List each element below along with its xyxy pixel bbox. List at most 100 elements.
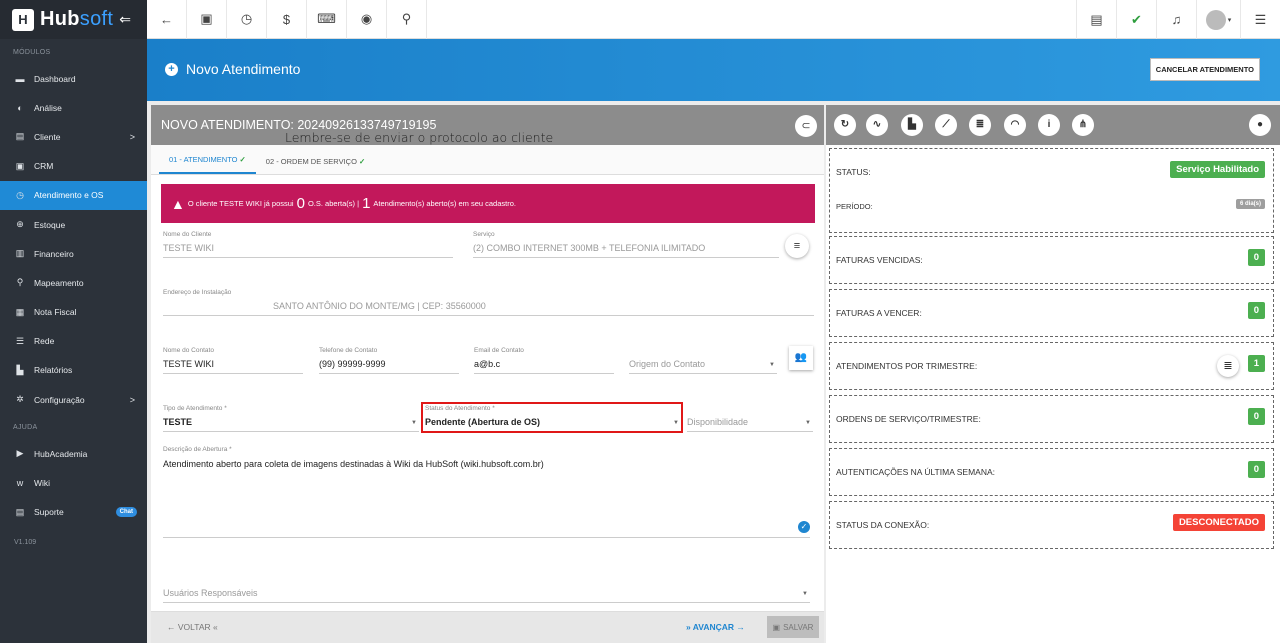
bell-icon[interactable]: ♫ bbox=[1156, 0, 1196, 39]
contact-phone-value[interactable]: (99) 99999-9999 bbox=[319, 359, 459, 374]
install-address-field: Endereço de Instalação SANTO ANTÔNIO DO … bbox=[163, 289, 814, 316]
plus-circle-icon: + bbox=[165, 62, 178, 76]
avatar[interactable]: ▾ bbox=[1196, 0, 1240, 39]
sidebar-item-relatorios[interactable]: ▙ Relatórios bbox=[0, 356, 147, 385]
service-clock-icon[interactable]: ◷ bbox=[227, 0, 267, 39]
orders-per-quarter-badge: 0 bbox=[1247, 408, 1265, 425]
warning-icon: ▲ bbox=[171, 195, 185, 212]
service-type-value[interactable]: TESTE bbox=[163, 417, 419, 432]
dollar-icon[interactable]: $ bbox=[267, 0, 307, 39]
tab-ordem-servico[interactable]: 02 - ORDEM DE SERVIÇO ✓ bbox=[256, 157, 375, 174]
contacts-group-button[interactable]: 👥 bbox=[789, 346, 813, 370]
pdf-icon[interactable]: ▤ bbox=[1076, 0, 1116, 39]
invoice-icon: ▦ bbox=[15, 306, 25, 317]
service-status-card: STATUS: Serviço Habilitado PERÍODO: 6 di… bbox=[829, 148, 1274, 233]
tab-atendimento[interactable]: 01 - ATENDIMENTO ✓ bbox=[159, 155, 256, 174]
chevron-down-icon: ▼ bbox=[769, 362, 775, 368]
crm-icon: ▣ bbox=[15, 160, 25, 171]
services-per-quarter-card[interactable]: ATENDIMENTOS POR TRIMESTRE: ≣ 1 bbox=[829, 342, 1274, 390]
list-icon[interactable]: ≣ bbox=[969, 114, 991, 136]
refresh-icon[interactable]: ↻ bbox=[834, 114, 856, 136]
line-chart-icon[interactable]: ⟋ bbox=[935, 114, 957, 136]
signal-icon[interactable]: ∿ bbox=[866, 114, 888, 136]
opening-description-value[interactable]: Atendimento aberto para coleta de imagen… bbox=[163, 458, 810, 538]
collapse-menu-icon[interactable]: ⇐ bbox=[119, 11, 131, 28]
sidebar: H Hubsoft ⇐ MÓDULOS ▬ Dashboard ◐ Análise … bbox=[0, 0, 147, 643]
overdue-invoices-card[interactable]: FATURAS VENCIDAS: 0 bbox=[829, 236, 1274, 284]
wifi-icon[interactable]: ◠ bbox=[1004, 114, 1026, 136]
form-tabs: 01 - ATENDIMENTO ✓ 02 - ORDEM DE SERVIÇO ✓ bbox=[151, 145, 824, 175]
services-per-quarter-badge: 1 bbox=[1247, 355, 1265, 372]
attachment-icon[interactable]: ⊂ bbox=[795, 115, 817, 137]
sidebar-item-analise[interactable]: ◐ Análise bbox=[0, 93, 147, 122]
shield-check-icon[interactable]: ✔ bbox=[1116, 0, 1156, 39]
contact-origin-placeholder[interactable]: Origem do Contato bbox=[629, 359, 777, 374]
responsible-users-select[interactable]: Usuários Responsáveis ▼ bbox=[163, 576, 810, 603]
sidebar-item-wiki[interactable]: w Wiki bbox=[0, 468, 147, 497]
double-chevron-left-icon: « bbox=[213, 622, 218, 632]
save-button[interactable]: ▣ SALVAR bbox=[767, 616, 819, 638]
double-chevron-right-icon: » bbox=[686, 622, 691, 632]
contact-email-field[interactable]: Email de Contato a@b.c bbox=[474, 347, 614, 374]
list-button[interactable]: ≣ bbox=[1217, 355, 1239, 377]
connection-status-badge: DESCONECTADO bbox=[1172, 514, 1265, 531]
floppy-icon: ▣ bbox=[772, 622, 781, 632]
contact-name-field[interactable]: Nome do Contato TESTE WIKI bbox=[163, 347, 303, 374]
contact-name-value[interactable]: TESTE WIKI bbox=[163, 359, 303, 374]
sidebar-item-hubacademia[interactable]: ▶ HubAcademia bbox=[0, 439, 147, 468]
sidebar-item-estoque[interactable]: ⊕ Estoque bbox=[0, 210, 147, 239]
service-list-button[interactable]: ≡ bbox=[785, 234, 809, 258]
finance-icon: ▥ bbox=[15, 248, 25, 259]
contact-origin-select[interactable]: Origem do Contato ▼ bbox=[629, 347, 777, 374]
sidebar-item-rede[interactable]: ☰ Rede bbox=[0, 327, 147, 356]
sidebar-item-atendimento[interactable]: ◷ Atendimento e OS bbox=[0, 180, 147, 210]
spellcheck-icon[interactable]: ✓ bbox=[798, 521, 810, 533]
weekly-auth-card[interactable]: AUTENTICAÇÕES NA ÚLTIMA SEMANA: 0 bbox=[829, 448, 1274, 496]
client-card-icon[interactable]: ▣ bbox=[187, 0, 227, 39]
sidebar-item-suporte[interactable]: ▤ Suporte Chat bbox=[0, 498, 147, 527]
terminal-icon[interactable]: ⌨ bbox=[307, 0, 347, 39]
availability-select[interactable]: Disponibilidade ▼ bbox=[687, 405, 813, 432]
sidebar-item-configuracao[interactable]: ✲ Configuração > bbox=[0, 385, 147, 414]
overdue-invoices-badge: 0 bbox=[1247, 249, 1265, 266]
back-arrow-icon[interactable]: ← bbox=[147, 0, 187, 39]
search-icon[interactable]: ⚲ bbox=[387, 0, 427, 39]
opening-description-field[interactable]: Descrição de Abertura * Atendimento aber… bbox=[163, 446, 810, 538]
sidebar-item-cliente[interactable]: ▤ Cliente > bbox=[0, 122, 147, 151]
sidebar-item-mapeamento[interactable]: ⚲ Mapeamento bbox=[0, 268, 147, 297]
network-tree-icon[interactable]: ⋔ bbox=[1072, 114, 1094, 136]
chat-badge[interactable]: Chat bbox=[115, 507, 137, 518]
service-icon: ◷ bbox=[16, 189, 24, 200]
info-icon[interactable]: i bbox=[1038, 114, 1060, 136]
responsible-users-placeholder[interactable]: Usuários Responsáveis bbox=[163, 588, 810, 603]
service-type-select[interactable]: Tipo de Atendimento * TESTE ▼ bbox=[163, 405, 419, 432]
chevron-down-icon: ▼ bbox=[802, 591, 808, 597]
menu-list-icon[interactable]: ☰ bbox=[1240, 0, 1280, 39]
upcoming-invoices-card[interactable]: FATURAS A VENCER: 0 bbox=[829, 289, 1274, 337]
chevron-right-icon: > bbox=[129, 131, 135, 142]
contact-email-value[interactable]: a@b.c bbox=[474, 359, 614, 374]
back-button[interactable]: ← VOLTAR « bbox=[167, 622, 218, 632]
bar-chart-icon[interactable]: ▙ bbox=[901, 114, 923, 136]
user-icon[interactable]: ● bbox=[1249, 114, 1271, 136]
connection-status-card[interactable]: STATUS DA CONEXÃO: DESCONECTADO bbox=[829, 501, 1274, 549]
brand: H Hubsoft ⇐ bbox=[0, 0, 147, 39]
eye-icon[interactable]: ◉ bbox=[347, 0, 387, 39]
summary-toolbar: ↻ ∿ ▙ ⟋ ≣ ◠ i ⋔ ● bbox=[826, 105, 1280, 145]
stock-icon: ⊕ bbox=[16, 219, 24, 230]
sidebar-item-financeiro[interactable]: ▥ Financeiro bbox=[0, 239, 147, 268]
orders-per-quarter-card[interactable]: ORDENS DE SERVIÇO/TRIMESTRE: 0 bbox=[829, 395, 1274, 443]
sidebar-item-dashboard[interactable]: ▬ Dashboard bbox=[0, 64, 147, 93]
next-button[interactable]: » AVANÇAR → bbox=[686, 622, 745, 632]
sidebar-item-nota-fiscal[interactable]: ▦ Nota Fiscal bbox=[0, 298, 147, 327]
cancel-button[interactable]: CANCELAR ATENDIMENTO bbox=[1149, 58, 1260, 81]
sidebar-item-crm[interactable]: ▣ CRM bbox=[0, 152, 147, 181]
sidebar-section-help: AJUDA bbox=[13, 424, 38, 432]
service-form-panel: NOVO ATENDIMENTO: 20240926133749719195 ⊂… bbox=[151, 105, 824, 643]
open-items-alert: ▲ O cliente TESTE WIKI já possui 0 O.S. ab… bbox=[161, 184, 815, 223]
availability-placeholder[interactable]: Disponibilidade bbox=[687, 417, 813, 432]
sidebar-section-modules: MÓDULOS bbox=[13, 49, 51, 56]
contact-phone-field[interactable]: Telefone de Contato (99) 99999-9999 bbox=[319, 347, 459, 374]
upcoming-invoices-badge: 0 bbox=[1247, 302, 1265, 319]
weekly-auth-badge: 0 bbox=[1247, 461, 1265, 478]
